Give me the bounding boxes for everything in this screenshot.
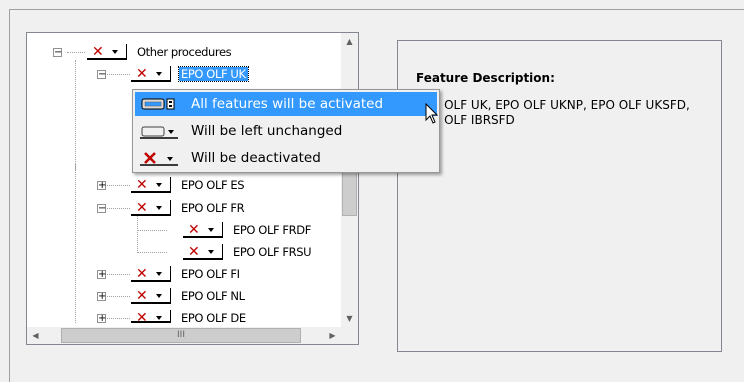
x-icon: ✕: [136, 66, 148, 82]
feature-state-dropdown[interactable]: ✕: [131, 310, 171, 326]
horizontal-scrollbar[interactable]: ◀ III ▶: [27, 327, 341, 344]
tree-item-label[interactable]: Other procedures: [137, 45, 232, 59]
feature-description-panel: Feature Description: EPO OLF UK, EPO OLF…: [397, 40, 722, 352]
collapse-icon[interactable]: −: [97, 204, 106, 214]
x-icon: ✕: [136, 177, 148, 193]
tree-line: [102, 74, 132, 75]
collapse-icon[interactable]: −: [53, 48, 62, 58]
tree-line: [75, 163, 76, 323]
menu-item-deactivate[interactable]: Will be deactivated: [135, 146, 437, 170]
tree-line: [137, 230, 167, 231]
tree-line: [102, 274, 132, 275]
scroll-left-icon[interactable]: ◀: [27, 327, 44, 344]
feature-state-dropdown[interactable]: ✕: [87, 44, 127, 60]
chevron-down-icon: [208, 228, 214, 232]
description-title: Feature Description:: [416, 71, 555, 85]
expand-icon[interactable]: +: [97, 292, 106, 302]
tree-item-label[interactable]: EPO OLF FI: [181, 267, 240, 281]
tree-line: [102, 185, 132, 186]
scroll-down-icon[interactable]: ▼: [341, 310, 358, 327]
expand-icon[interactable]: +: [97, 270, 106, 280]
x-icon: ✕: [136, 288, 148, 304]
chevron-down-icon: [156, 72, 162, 76]
mouse-pointer-icon: [425, 102, 439, 128]
collapse-icon[interactable]: −: [97, 70, 106, 80]
chevron-down-icon: [156, 183, 162, 187]
feature-state-dropdown[interactable]: ✕: [131, 177, 171, 193]
tree-item-label-selected[interactable]: EPO OLF UK: [178, 66, 249, 82]
menu-item-activate-all[interactable]: All features will be activated: [135, 92, 437, 116]
menu-item-unchanged[interactable]: Will be left unchanged: [135, 119, 437, 143]
tree-line: [137, 213, 138, 253]
feature-state-dropdown[interactable]: ✕: [131, 288, 171, 304]
expand-icon[interactable]: +: [97, 314, 106, 324]
chevron-down-icon: [156, 272, 162, 276]
chevron-down-icon: [156, 206, 162, 210]
horizontal-scroll-thumb[interactable]: III: [61, 328, 301, 343]
expand-icon[interactable]: +: [97, 181, 106, 191]
feature-state-dropdown[interactable]: ✕: [131, 66, 171, 82]
tree-item-label[interactable]: EPO OLF FRSU: [233, 245, 312, 259]
tree-line: [102, 296, 132, 297]
feature-state-dropdown[interactable]: ✕: [131, 266, 171, 282]
feature-state-dropdown[interactable]: ✕: [183, 222, 223, 238]
feature-state-dropdown[interactable]: ✕: [131, 200, 171, 216]
tree-item-label[interactable]: EPO OLF FRDF: [233, 223, 311, 237]
tree-item-label[interactable]: EPO OLF FR: [181, 201, 245, 215]
x-icon: ✕: [188, 222, 200, 238]
scroll-right-icon[interactable]: ▶: [324, 327, 341, 344]
feature-state-menu: All features will be activated Will be l…: [132, 89, 440, 173]
menu-item-label: Will be deactivated: [191, 150, 321, 166]
drive-empty-icon: [139, 123, 179, 139]
tree-item-label[interactable]: EPO OLF DE: [181, 311, 246, 325]
x-icon: ✕: [92, 44, 104, 60]
feature-tree[interactable]: − ✕ Other procedures − ✕ EPO OLF UK + ✕ …: [26, 32, 359, 345]
scroll-up-icon[interactable]: ▲: [341, 33, 358, 50]
tree-line: [137, 252, 167, 253]
tree-line: [102, 208, 132, 209]
feature-state-dropdown[interactable]: ✕: [183, 244, 223, 260]
x-icon: ✕: [136, 266, 148, 282]
chevron-down-icon: [208, 250, 214, 254]
menu-item-label: Will be left unchanged: [191, 123, 343, 139]
menu-item-label: All features will be activated: [191, 96, 384, 112]
chevron-down-icon: [156, 316, 162, 320]
tree-item-label[interactable]: EPO OLF ES: [181, 178, 245, 192]
chevron-down-icon: [112, 50, 118, 54]
drive-full-icon: [139, 96, 179, 112]
description-text: EPO OLF UK, EPO OLF UKNP, EPO OLF UKSFD,…: [416, 98, 690, 127]
tree-line: [75, 60, 76, 170]
tree-item-label[interactable]: EPO OLF NL: [181, 289, 245, 303]
vertical-scrollbar[interactable]: ▲ ▼: [341, 33, 358, 327]
x-icon: ✕: [136, 310, 148, 326]
tree-line: [102, 318, 132, 319]
x-icon: [139, 150, 179, 166]
chevron-down-icon: [156, 294, 162, 298]
x-icon: ✕: [188, 244, 200, 260]
x-icon: ✕: [136, 200, 148, 216]
tree-line: [67, 52, 85, 53]
scrollbar-corner: [341, 327, 358, 344]
